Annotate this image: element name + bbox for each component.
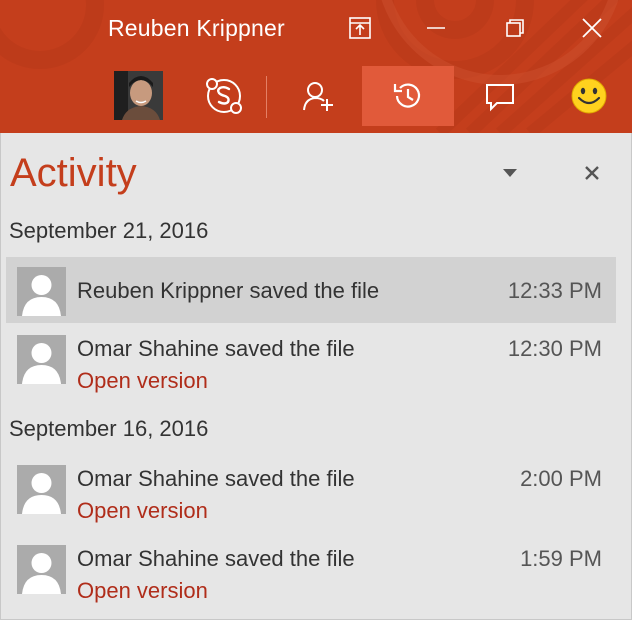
comments-button[interactable] [472, 66, 528, 126]
user-avatar-placeholder [17, 335, 66, 384]
person-icon [22, 275, 61, 316]
activity-time: 12:33 PM [507, 278, 602, 303]
comment-icon [486, 84, 514, 112]
restore-icon [506, 19, 524, 37]
user-avatar-placeholder [17, 465, 66, 514]
skype-icon [206, 78, 242, 114]
activity-item[interactable]: Omar Shahine saved the file 12:30 PM Ope… [6, 327, 616, 399]
caret-down-icon [503, 169, 517, 177]
restore-button[interactable] [495, 10, 535, 46]
activity-text: Omar Shahine saved the file [77, 546, 355, 571]
activity-text: Omar Shahine saved the file [77, 336, 355, 361]
close-icon [582, 18, 602, 38]
close-panel-button[interactable] [578, 159, 606, 187]
activity-item[interactable]: Omar Shahine saved the file 2:00 PM Open… [6, 457, 616, 529]
date-header: September 16, 2016 [9, 416, 209, 441]
avatar-photo-icon [114, 71, 163, 120]
activity-time: 2:00 PM [520, 466, 602, 491]
user-avatar-placeholder [17, 267, 66, 316]
person-icon [22, 553, 61, 594]
panel-options-dropdown[interactable] [498, 162, 522, 184]
person-icon [22, 473, 61, 514]
person-icon [22, 343, 61, 384]
minimize-button[interactable] [416, 10, 456, 46]
user-avatar-placeholder [17, 545, 66, 594]
activity-time: 1:59 PM [520, 546, 602, 571]
skype-button[interactable] [196, 66, 252, 126]
add-person-icon [303, 82, 333, 111]
open-version-link[interactable]: Open version [77, 578, 208, 604]
title-bar: Reuben Krippner [0, 0, 632, 133]
feedback-button[interactable] [562, 66, 616, 126]
activity-text: Reuben Krippner saved the file [77, 278, 380, 303]
panel-title: Activity [10, 151, 137, 195]
close-window-button[interactable] [572, 10, 612, 46]
activity-time: 12:30 PM [507, 336, 602, 361]
share-button[interactable] [290, 66, 346, 126]
activity-item[interactable]: Omar Shahine saved the file 1:59 PM Open… [6, 537, 616, 609]
open-version-link[interactable]: Open version [77, 368, 208, 394]
open-version-link[interactable]: Open version [77, 498, 208, 524]
close-icon [585, 166, 599, 180]
user-avatar[interactable] [114, 71, 163, 120]
activity-item[interactable]: Reuben Krippner saved the file 12:33 PM [6, 257, 616, 323]
date-header: September 21, 2016 [9, 218, 209, 243]
present-icon [349, 17, 371, 39]
toolbar-separator [266, 76, 267, 118]
restore-to-top-button[interactable] [340, 10, 380, 46]
activity-text: Omar Shahine saved the file [77, 466, 355, 491]
smiley-icon [571, 78, 607, 114]
minimize-icon [427, 27, 445, 29]
window-title: Reuben Krippner [108, 15, 285, 41]
activity-button[interactable] [362, 66, 454, 126]
history-icon [393, 83, 421, 108]
